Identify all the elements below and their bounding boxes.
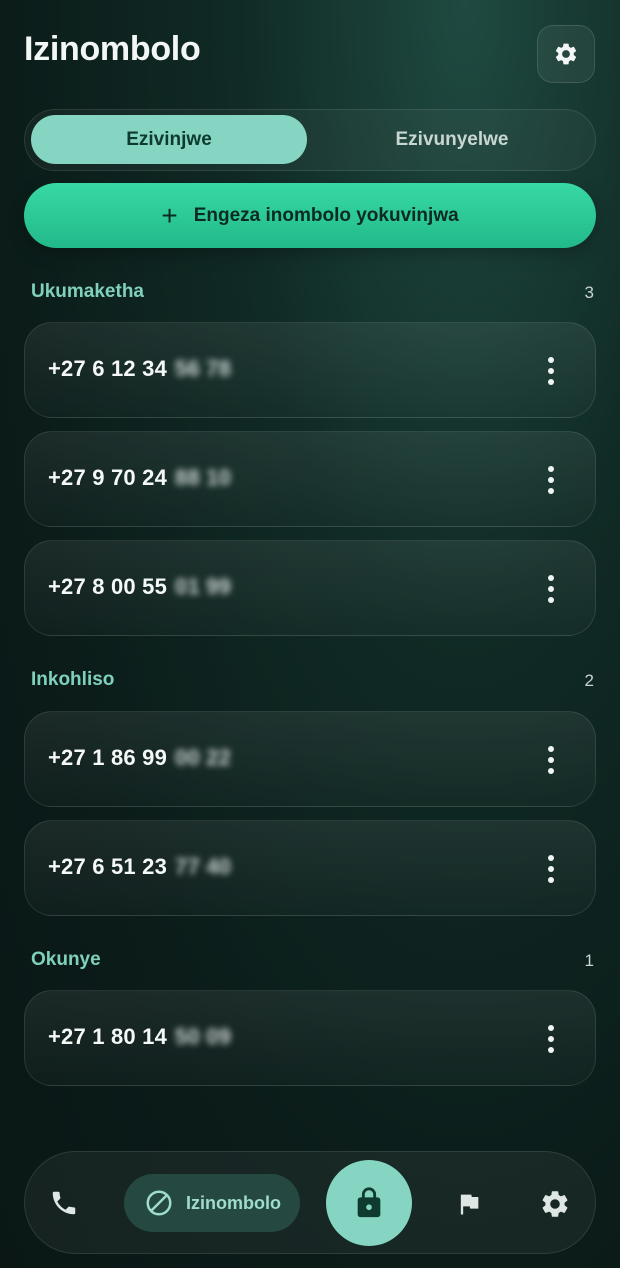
plus-icon: + xyxy=(161,199,178,231)
nav-numbers-label: Izinombolo xyxy=(186,1192,281,1213)
phone-number-hidden: 77 40 xyxy=(175,854,232,879)
more-options-icon[interactable] xyxy=(547,1025,555,1053)
gear-icon xyxy=(555,43,577,65)
more-options-icon[interactable] xyxy=(547,575,555,603)
list-item[interactable]: +27 8 00 55 01 99 xyxy=(24,540,596,636)
list-item[interactable]: +27 1 80 14 50 09 xyxy=(24,990,596,1086)
flag-icon xyxy=(460,1194,479,1215)
phone-number-visible: +27 6 51 23 xyxy=(48,854,168,879)
phone-number-visible: +27 8 00 55 xyxy=(48,574,168,599)
more-options-icon[interactable] xyxy=(547,855,555,883)
phone-number-hidden: 01 99 xyxy=(175,574,232,599)
phone-number: +27 1 86 99 00 22 xyxy=(48,745,231,771)
lock-icon xyxy=(357,1187,381,1218)
phone-number: +27 9 70 24 88 10 xyxy=(48,465,231,491)
bottom-nav: Izinombolo xyxy=(24,1151,596,1254)
phone-number-hidden: 50 09 xyxy=(175,1024,232,1049)
phone-number: +27 8 00 55 01 99 xyxy=(48,574,231,600)
list-item[interactable]: +27 1 86 99 00 22 xyxy=(24,711,596,807)
section-count-scam: 2 xyxy=(584,671,594,690)
add-button-label: Engeza inombolo yokuvinjwa xyxy=(193,204,459,226)
list-item[interactable]: +27 6 12 34 56 78 xyxy=(24,322,596,418)
nav-reports[interactable] xyxy=(455,1190,483,1223)
list-item[interactable]: +27 9 70 24 88 10 xyxy=(24,431,596,527)
gear-icon xyxy=(542,1191,568,1217)
section-title-scam: Inkohliso xyxy=(31,669,115,690)
section-title-marketing: Ukumaketha xyxy=(31,281,144,302)
phone-number-visible: +27 1 86 99 xyxy=(48,745,168,770)
phone-number: +27 1 80 14 50 09 xyxy=(48,1024,231,1050)
settings-button[interactable] xyxy=(537,25,595,83)
block-icon xyxy=(146,1190,172,1216)
more-options-icon[interactable] xyxy=(547,746,555,774)
phone-icon xyxy=(52,1191,76,1215)
phone-number: +27 6 12 34 56 78 xyxy=(48,356,231,382)
phone-number: +27 6 51 23 77 40 xyxy=(48,854,231,880)
more-options-icon[interactable] xyxy=(547,466,555,494)
section-count-marketing: 3 xyxy=(584,283,594,302)
more-options-icon[interactable] xyxy=(547,357,555,385)
tab-switcher: Ezivinjwe Ezivunyelwe xyxy=(24,109,596,171)
section-title-other: Okunye xyxy=(31,949,101,970)
add-blocked-number-button[interactable]: + Engeza inombolo yokuvinjwa xyxy=(24,183,596,248)
section-count-other: 1 xyxy=(584,951,594,970)
phone-number-visible: +27 9 70 24 xyxy=(48,465,168,490)
tab-blocked[interactable]: Ezivinjwe xyxy=(31,115,307,164)
nav-calls[interactable] xyxy=(49,1188,81,1220)
tab-allowed[interactable]: Ezivunyelwe xyxy=(317,115,587,164)
nav-settings[interactable] xyxy=(539,1188,571,1225)
nav-numbers[interactable]: Izinombolo xyxy=(124,1174,300,1232)
phone-number-visible: +27 1 80 14 xyxy=(48,1024,168,1049)
nav-lock[interactable] xyxy=(326,1160,412,1246)
list-item[interactable]: +27 6 51 23 77 40 xyxy=(24,820,596,916)
phone-number-hidden: 56 78 xyxy=(175,356,232,381)
phone-number-hidden: 88 10 xyxy=(175,465,232,490)
phone-number-hidden: 00 22 xyxy=(175,745,232,770)
phone-number-visible: +27 6 12 34 xyxy=(48,356,168,381)
page-title: Izinombolo xyxy=(24,30,201,68)
